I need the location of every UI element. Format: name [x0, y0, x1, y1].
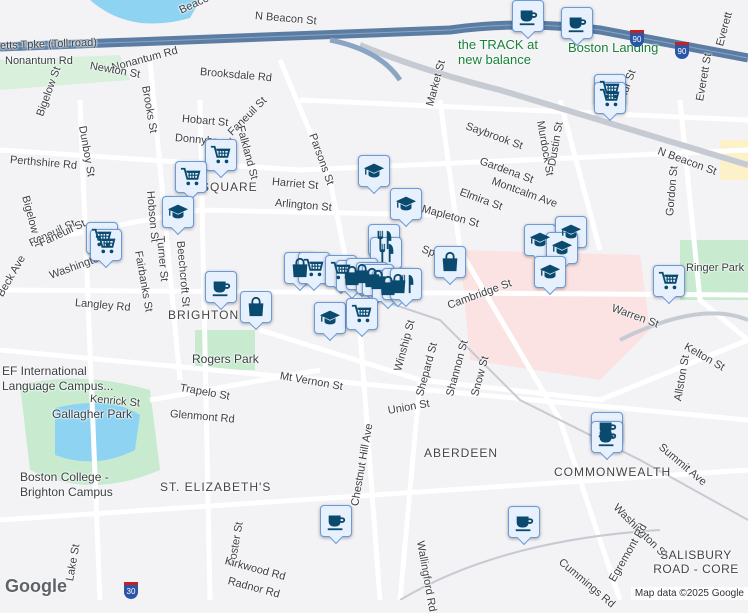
- coffee-icon: [568, 17, 587, 33]
- cart-marker[interactable]: [205, 139, 237, 171]
- poi-label: the TRACK at new balance: [458, 37, 538, 67]
- shopping-marker[interactable]: [434, 246, 466, 278]
- poi-label: Boston Landing: [568, 40, 659, 55]
- school-icon: [539, 264, 561, 279]
- neighborhood-label: ST. ELIZABETH'S: [160, 480, 272, 494]
- neighborhood-label: SQUARE: [201, 180, 258, 194]
- school-marker[interactable]: [162, 196, 194, 228]
- school-icon: [167, 204, 189, 219]
- shopping-marker[interactable]: [240, 291, 272, 323]
- poi-label: Gallagher Park: [52, 407, 133, 421]
- restaurant-icon: [379, 243, 394, 263]
- poi-label: Boston College - Brighton Campus: [20, 470, 113, 499]
- map-attribution: Map data ©2025 Google: [630, 587, 748, 600]
- highway-shield: 90: [675, 42, 689, 59]
- school-marker[interactable]: [534, 256, 566, 288]
- cart-icon: [351, 304, 372, 323]
- coffee-marker[interactable]: [205, 271, 237, 303]
- shopping-icon: [248, 296, 264, 317]
- school-icon: [529, 232, 551, 247]
- highway-shield: 30: [124, 582, 138, 599]
- cart-marker[interactable]: [175, 161, 207, 193]
- cart-icon: [180, 167, 201, 186]
- cart-icon: [210, 145, 231, 164]
- coffee-marker[interactable]: [320, 505, 352, 537]
- neighborhood-label: COMMONWEALTH: [554, 465, 672, 479]
- neighborhood-label: SALISBURY ROAD - CORE: [653, 548, 739, 576]
- coffee-icon: [515, 516, 534, 532]
- neighborhood-label: BRIGHTON: [168, 308, 240, 322]
- school-icon: [363, 163, 385, 178]
- google-logo: Google: [5, 576, 67, 596]
- highway-shield: 90: [630, 30, 644, 47]
- coffee-marker[interactable]: [591, 421, 623, 453]
- school-icon: [395, 196, 417, 211]
- poi-label: Ringer Park: [686, 262, 745, 274]
- coffee-marker[interactable]: [561, 7, 593, 39]
- cart-icon: [303, 258, 324, 277]
- poi-label: EF International Language Campus...: [2, 364, 114, 393]
- coffee-icon: [598, 431, 617, 447]
- coffee-marker[interactable]: [512, 0, 544, 32]
- school-marker[interactable]: [358, 155, 390, 187]
- coffee-marker[interactable]: [508, 506, 540, 538]
- coffee-icon: [519, 10, 538, 26]
- neighborhood-label: ABERDEEN: [424, 446, 499, 460]
- cart-icon: [95, 235, 116, 254]
- cart-icon: [599, 88, 620, 107]
- cart-marker[interactable]: [346, 298, 378, 330]
- school-marker[interactable]: [314, 302, 346, 334]
- school-icon: [551, 240, 573, 255]
- school-icon: [319, 310, 341, 325]
- cart-marker[interactable]: [653, 265, 685, 297]
- road-label: Nonantum Rd: [5, 55, 73, 67]
- shopping-icon: [442, 251, 458, 272]
- cart-marker[interactable]: [90, 229, 122, 261]
- coffee-icon: [212, 281, 231, 297]
- poi-label: Rogers Park: [192, 352, 259, 366]
- restaurant-icon: [399, 274, 414, 294]
- school-marker[interactable]: [390, 188, 422, 220]
- cart-marker[interactable]: [594, 82, 626, 114]
- cart-icon: [658, 271, 679, 290]
- coffee-icon: [327, 515, 346, 531]
